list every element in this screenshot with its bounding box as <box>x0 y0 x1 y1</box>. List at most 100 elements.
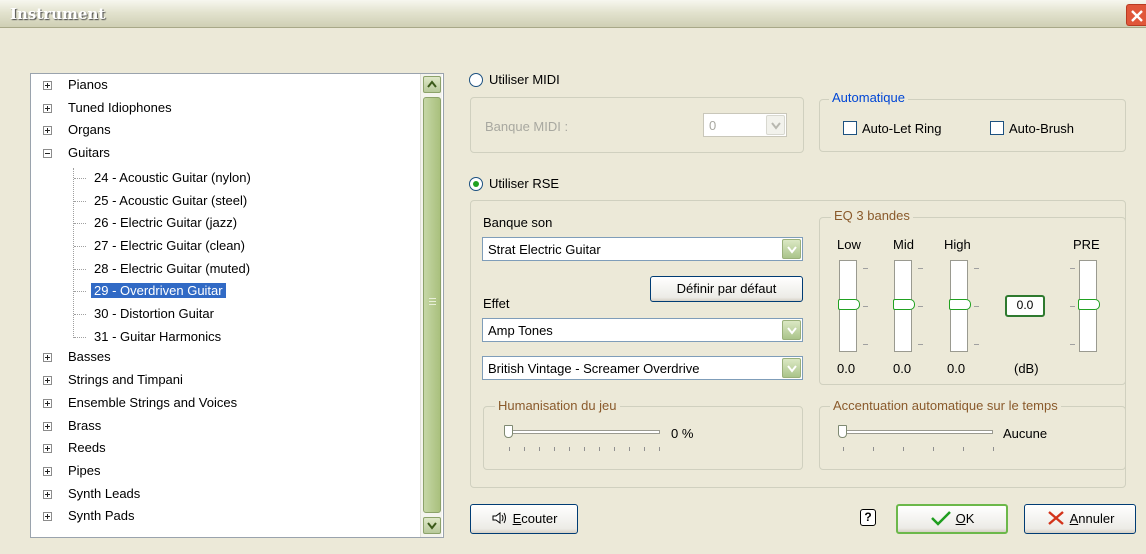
tree-instrument[interactable]: 27 - Electric Guitar (clean) <box>91 236 248 256</box>
slider-tick <box>659 447 660 451</box>
cancel-button[interactable]: Annuler <box>1024 504 1136 534</box>
eq-pre-value-box[interactable]: 0.0 <box>1005 295 1045 317</box>
preset-select[interactable]: British Vintage - Screamer Overdrive <box>482 356 803 380</box>
tree-category-label: Pianos <box>68 77 108 92</box>
humanisation-slider-thumb[interactable] <box>504 425 513 438</box>
tree-category-label: Ensemble Strings and Voices <box>68 394 238 410</box>
eq-tick <box>918 268 923 269</box>
tree-category-label: Synth Pads <box>68 508 135 524</box>
title-bar: Instrument <box>0 0 1146 28</box>
expand-icon[interactable] <box>43 126 52 136</box>
slider-tick <box>629 447 630 451</box>
tree-instrument[interactable]: 24 - Acoustic Guitar (nylon) <box>91 168 254 188</box>
tree-instrument[interactable]: 28 - Electric Guitar (muted) <box>91 259 253 279</box>
expand-icon[interactable] <box>43 81 52 90</box>
tree-connector <box>74 245 86 247</box>
eq-tick <box>1070 306 1075 307</box>
eq-tick <box>918 306 923 307</box>
expand-icon[interactable] <box>43 398 52 408</box>
tree-category-label: Synth Leads <box>68 485 141 501</box>
auto-brush-checkbox[interactable] <box>990 121 1004 135</box>
expand-icon[interactable] <box>43 103 52 113</box>
eq-tick <box>863 268 868 269</box>
slider-tick <box>509 447 510 451</box>
eq-tick <box>863 306 868 307</box>
slider-tick <box>599 447 600 451</box>
set-default-button[interactable]: Définir par défaut <box>650 276 803 302</box>
expand-icon[interactable] <box>43 421 52 431</box>
slider-tick <box>524 447 525 451</box>
selected-instrument-label: 29 - Overdriven Guitar <box>91 283 226 299</box>
scroll-thumb[interactable] <box>423 97 441 513</box>
rse-radio[interactable] <box>469 177 483 191</box>
tree-scrollbar[interactable] <box>420 74 442 537</box>
eq-high-slider-thumb[interactable] <box>949 299 971 310</box>
slider-tick <box>903 447 904 451</box>
automatique-title: Automatique <box>829 90 908 105</box>
tree-instrument[interactable]: 31 - Guitar Harmonics <box>91 327 224 347</box>
tree-instrument-label: 28 - Electric Guitar (muted) <box>94 260 251 276</box>
eq-low-value: 0.0 <box>837 361 856 376</box>
tree-category-label: Strings and Timpani <box>68 372 183 388</box>
midi-radio-label: Utiliser MIDI <box>489 72 560 87</box>
ok-button[interactable]: OK <box>896 504 1008 534</box>
expand-icon[interactable] <box>43 466 52 476</box>
midi-bank-select[interactable]: 0 <box>703 113 787 137</box>
slider-tick <box>933 447 934 451</box>
eq-low-slider-thumb[interactable] <box>838 299 860 310</box>
slider-tick <box>843 447 844 451</box>
eq-high-label: High <box>944 237 971 252</box>
expand-icon[interactable] <box>43 489 52 499</box>
effect-label: Effet <box>483 296 510 311</box>
slider-tick <box>963 447 964 451</box>
eq-pre-slider-thumb[interactable] <box>1078 299 1100 310</box>
tree-category-label: Guitars <box>68 145 110 161</box>
tree-instrument[interactable]: 26 - Electric Guitar (jazz) <box>91 213 240 233</box>
eq-tick <box>1070 344 1075 345</box>
tree-instrument[interactable]: 25 - Acoustic Guitar (steel) <box>91 191 250 211</box>
eq-pre-label: PRE <box>1073 237 1100 252</box>
eq-tick <box>974 306 979 307</box>
humanisation-slider-track[interactable] <box>506 430 660 434</box>
expand-icon[interactable] <box>43 512 52 522</box>
window-title: Instrument <box>10 5 106 23</box>
tree-connector <box>74 200 86 202</box>
listen-button[interactable]: Ecouter <box>470 504 578 534</box>
effect-select[interactable]: Amp Tones <box>482 318 803 342</box>
expand-icon[interactable] <box>43 353 52 363</box>
tree-category-label: Reeds <box>68 440 106 456</box>
help-icon[interactable]: ? <box>860 509 876 526</box>
expand-icon[interactable] <box>43 444 52 454</box>
auto-brush-label: Auto-Brush <box>1009 121 1075 136</box>
tree-instrument[interactable]: 29 - Overdriven Guitar <box>91 281 226 301</box>
eq-tick <box>863 344 868 345</box>
chevron-down-icon <box>782 358 801 378</box>
auto-let-ring-checkbox[interactable] <box>843 121 857 135</box>
tree-category-label: Pipes <box>68 462 101 478</box>
scroll-up-button[interactable] <box>423 76 441 93</box>
cross-icon <box>1047 511 1064 525</box>
chevron-up-icon <box>427 80 437 88</box>
eq-title: EQ 3 bandes <box>831 208 913 223</box>
tree-instrument[interactable]: 30 - Distortion Guitar <box>91 304 217 324</box>
scroll-down-button[interactable] <box>423 517 441 534</box>
eq-tick <box>974 268 979 269</box>
eq-unit-label: (dB) <box>1014 361 1039 376</box>
tree-connector <box>74 268 86 270</box>
accentuation-value: Aucune <box>1003 426 1048 441</box>
tree-category-label: Organs <box>68 122 111 138</box>
eq-mid-slider-thumb[interactable] <box>893 299 915 310</box>
collapse-icon[interactable] <box>43 149 52 159</box>
speaker-icon <box>492 512 506 524</box>
eq-tick <box>1070 268 1075 269</box>
close-button[interactable] <box>1126 4 1146 26</box>
rse-radio-label: Utiliser RSE <box>489 176 560 191</box>
accentuation-slider-thumb[interactable] <box>838 425 847 438</box>
accentuation-slider-track[interactable] <box>840 430 993 434</box>
checkmark-icon <box>930 511 951 526</box>
midi-radio[interactable] <box>469 73 483 87</box>
eq-mid-label: Mid <box>893 237 914 252</box>
expand-icon[interactable] <box>43 376 52 386</box>
auto-let-ring-label: Auto-Let Ring <box>862 121 942 136</box>
sound-bank-select[interactable]: Strat Electric Guitar <box>482 237 803 261</box>
